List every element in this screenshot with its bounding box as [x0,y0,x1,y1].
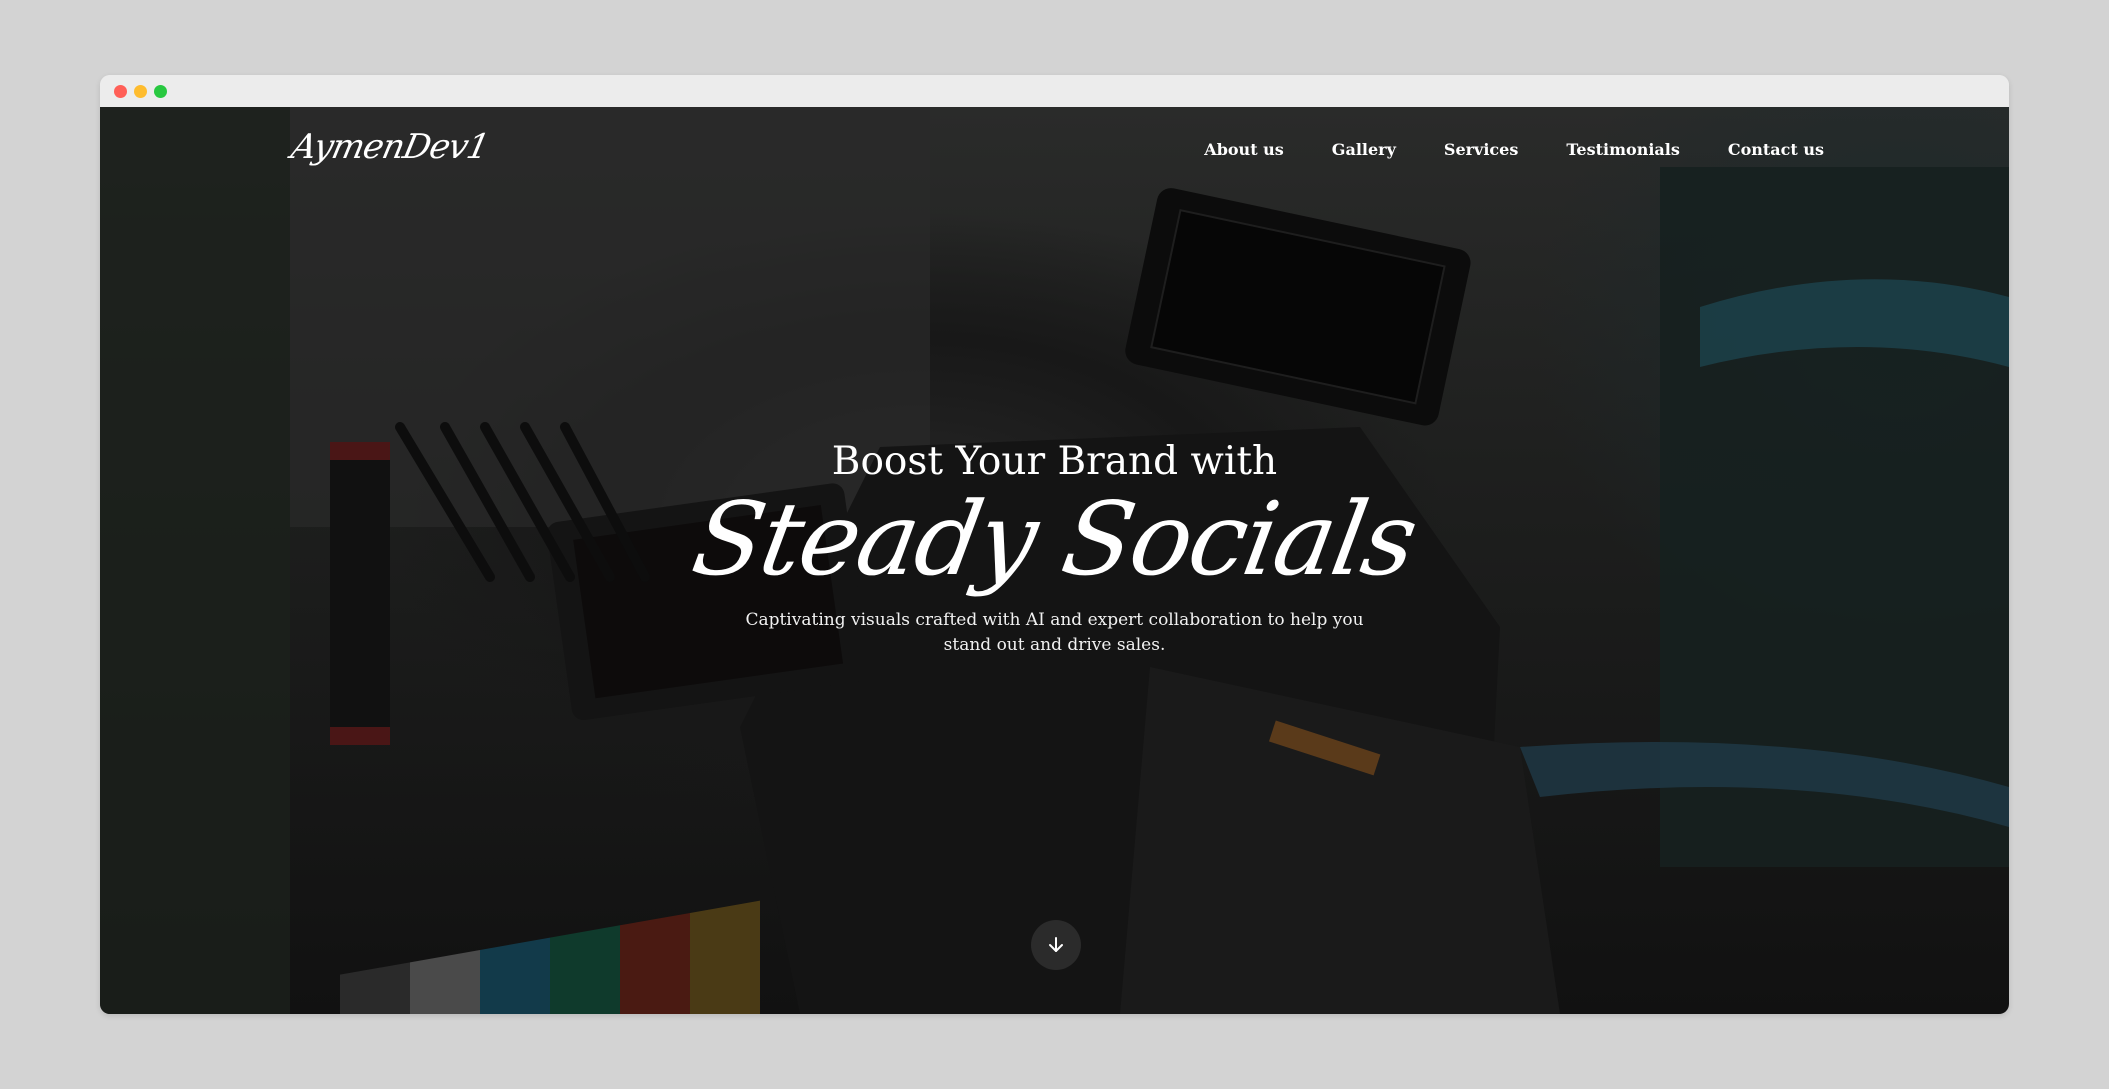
close-window-button[interactable] [114,85,127,98]
nav-link-testimonials[interactable]: Testimonials [1566,140,1680,159]
hero-copy: Boost Your Brand with Steady Socials Cap… [100,442,2009,658]
maximize-window-button[interactable] [154,85,167,98]
hero-subtitle: Captivating visuals crafted with AI and … [745,610,1364,656]
site-logo[interactable]: AymenDev1 [288,127,492,167]
nav-link-about-us[interactable]: About us [1204,140,1284,159]
browser-window: AymenDev1 About us Gallery Services Test… [100,75,2009,1014]
arrow-down-icon [1049,937,1063,952]
window-titlebar [100,75,2009,107]
top-navigation: AymenDev1 About us Gallery Services Test… [100,107,2009,197]
nav-links: About us Gallery Services Testimonials C… [1156,140,1824,159]
minimize-window-button[interactable] [134,85,147,98]
nav-link-gallery[interactable]: Gallery [1332,140,1396,159]
nav-link-contact-us[interactable]: Contact us [1728,140,1824,159]
scroll-down-button[interactable] [1031,920,1081,970]
hero-title-top: Boost Your Brand with [831,439,1278,484]
hero-section: AymenDev1 About us Gallery Services Test… [100,107,2009,1014]
hero-title-script: Steady Socials [684,480,1425,598]
nav-link-services[interactable]: Services [1444,140,1518,159]
